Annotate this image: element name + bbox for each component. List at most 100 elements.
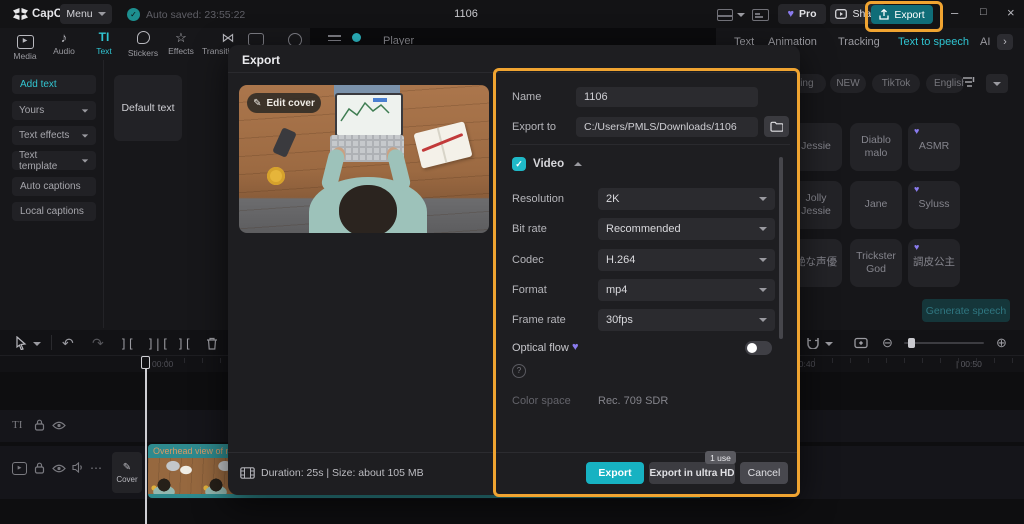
name-input[interactable] (576, 87, 758, 107)
capcut-window: CapCut Menu ✓ Auto saved: 23:55:22 1106 … (0, 0, 1024, 524)
playhead-handle[interactable] (141, 356, 150, 369)
chip-english[interactable]: English (926, 74, 964, 93)
menu-button[interactable]: Menu (60, 4, 112, 24)
tab-media[interactable]: ▶ Media (9, 31, 41, 61)
adjust-tab-icon[interactable] (328, 34, 341, 44)
layout-toggle-icon[interactable] (717, 9, 733, 21)
export-info-text: Duration: 25s | Size: about 105 MB (261, 467, 424, 479)
sidebar-item-text-effects[interactable]: Text effects (12, 126, 96, 145)
timeline-zoom-slider-knob[interactable] (908, 338, 915, 348)
tab-audio[interactable]: ♪ Audio (48, 31, 80, 56)
voice-name: 調皮公主 (913, 256, 955, 269)
tab-effects[interactable]: ☆ Effects (164, 31, 198, 56)
add-text-button[interactable]: Add text (12, 75, 96, 94)
generate-speech-button[interactable]: Generate speech (922, 299, 1010, 322)
filter-icon[interactable] (962, 76, 977, 90)
chip-tiktok-label: TikTok (881, 78, 911, 89)
cover-button[interactable]: ✎ Cover (112, 452, 142, 493)
voice-card[interactable]: ♥ 調皮公主 (908, 239, 960, 287)
pro-button[interactable]: ♥ Pro (778, 4, 826, 24)
chips-expand-button[interactable] (986, 74, 1008, 93)
tab-rp-text-to-speech[interactable]: Text to speech (898, 36, 969, 48)
split-icon[interactable]: ][ (120, 337, 134, 351)
split-right-icon[interactable]: ][ (177, 337, 191, 351)
codec-select[interactable]: H.264 (598, 249, 775, 271)
video-checkbox[interactable]: ✓ (512, 157, 526, 171)
cancel-button[interactable]: Cancel (740, 462, 788, 484)
lock-icon[interactable] (34, 419, 45, 431)
voice-card[interactable]: Trickster God (850, 239, 902, 287)
framerate-label: Frame rate (512, 314, 566, 326)
restore-icon[interactable]: □ (980, 6, 987, 18)
delete-icon[interactable] (206, 337, 218, 350)
text-effects-label: Text effects (19, 130, 70, 141)
help-icon[interactable]: ? (512, 364, 526, 378)
export-ultra-hd-button[interactable]: Export in ultra HD (649, 462, 735, 484)
chip-tiktok[interactable]: TikTok (872, 74, 920, 93)
default-text-card[interactable]: Default text (114, 75, 182, 141)
minimize-icon[interactable]: – (951, 5, 958, 20)
capcut-logo-icon (13, 8, 28, 20)
export-confirm-button[interactable]: Export (586, 462, 644, 484)
voice-card[interactable]: ♥ ASMR (908, 123, 960, 171)
tab-stickers-label: Stickers (127, 48, 159, 58)
resolution-select[interactable]: 2K (598, 188, 775, 210)
redo-icon[interactable]: ↷ (92, 336, 104, 350)
framerate-select[interactable]: 30fps (598, 309, 775, 331)
tab-media-label: Media (13, 51, 37, 61)
mute-speaker-icon[interactable] (72, 462, 84, 473)
sidebar-item-text-template[interactable]: Text template (12, 150, 96, 172)
sidebar-item-yours[interactable]: Yours (12, 101, 96, 120)
close-icon[interactable]: × (1007, 5, 1015, 20)
layout-chevron-icon[interactable] (737, 13, 745, 17)
notification-badge (352, 33, 361, 42)
zoom-in-icon[interactable]: ⊕ (996, 336, 1007, 350)
voice-card[interactable]: Diablo malo (850, 123, 902, 171)
tab-text[interactable]: TI Text (88, 31, 120, 57)
edit-cover-button[interactable]: ✎ Edit cover (247, 93, 321, 113)
tab-rp-tracking[interactable]: Tracking (838, 36, 880, 48)
zoom-out-icon[interactable]: ⊖ (882, 336, 893, 350)
sidebar-item-auto-captions[interactable]: Auto captions (12, 177, 96, 196)
keyframe-icon[interactable] (854, 337, 868, 349)
tab-stickers[interactable]: Stickers (126, 31, 160, 58)
browse-folder-button[interactable] (764, 116, 789, 137)
snap-chevron-icon[interactable] (825, 342, 833, 346)
tabs-scroll-right-button[interactable]: › (997, 34, 1013, 50)
sidebar-item-local-captions[interactable]: Local captions (12, 202, 96, 221)
export-path-input[interactable] (576, 117, 758, 137)
cover-preview-image: ✎ Edit cover (239, 85, 489, 233)
chip-new[interactable]: NEW (830, 74, 866, 93)
collapse-icon[interactable] (574, 162, 582, 166)
playhead-line[interactable] (145, 357, 147, 524)
eye-icon[interactable] (52, 464, 66, 473)
pencil-icon: ✎ (122, 461, 132, 473)
cursor-mode-chevron-icon[interactable] (33, 342, 41, 346)
autosave-check-icon: ✓ (127, 8, 140, 21)
timeline-zoom-slider[interactable] (904, 342, 984, 344)
optical-flow-toggle[interactable] (745, 341, 772, 355)
track-more-icon[interactable]: ⋯ (90, 461, 102, 475)
voice-card[interactable]: ♥ Syluss (908, 181, 960, 229)
format-select[interactable]: mp4 (598, 279, 775, 301)
clip-caption-text: Overhead view of m (153, 446, 234, 456)
lock-icon[interactable] (34, 462, 45, 474)
undo-icon[interactable]: ↶ (62, 336, 74, 350)
tab-rp-ai[interactable]: AI (980, 36, 990, 48)
voice-name: Syluss (918, 198, 950, 211)
generate-speech-label: Generate speech (925, 304, 1007, 317)
voice-name: Diablo malo (861, 133, 891, 159)
dialog-scrollbar[interactable] (779, 157, 783, 339)
split-left-icon[interactable]: ]|[ (147, 337, 169, 351)
bitrate-select[interactable]: Recommended (598, 218, 775, 240)
chevron-down-icon (81, 158, 89, 163)
captions-panel-icon[interactable] (752, 9, 769, 21)
snap-icon[interactable] (806, 337, 820, 349)
project-title: 1106 (454, 8, 478, 20)
select-cursor-icon[interactable] (15, 336, 27, 350)
eye-icon[interactable] (52, 421, 66, 430)
voice-card[interactable]: Jane (850, 181, 902, 229)
color-space-value: Rec. 709 SDR (598, 395, 669, 407)
export-button-top[interactable]: Export (871, 5, 933, 24)
pro-heart-icon: ♥ (914, 184, 920, 194)
